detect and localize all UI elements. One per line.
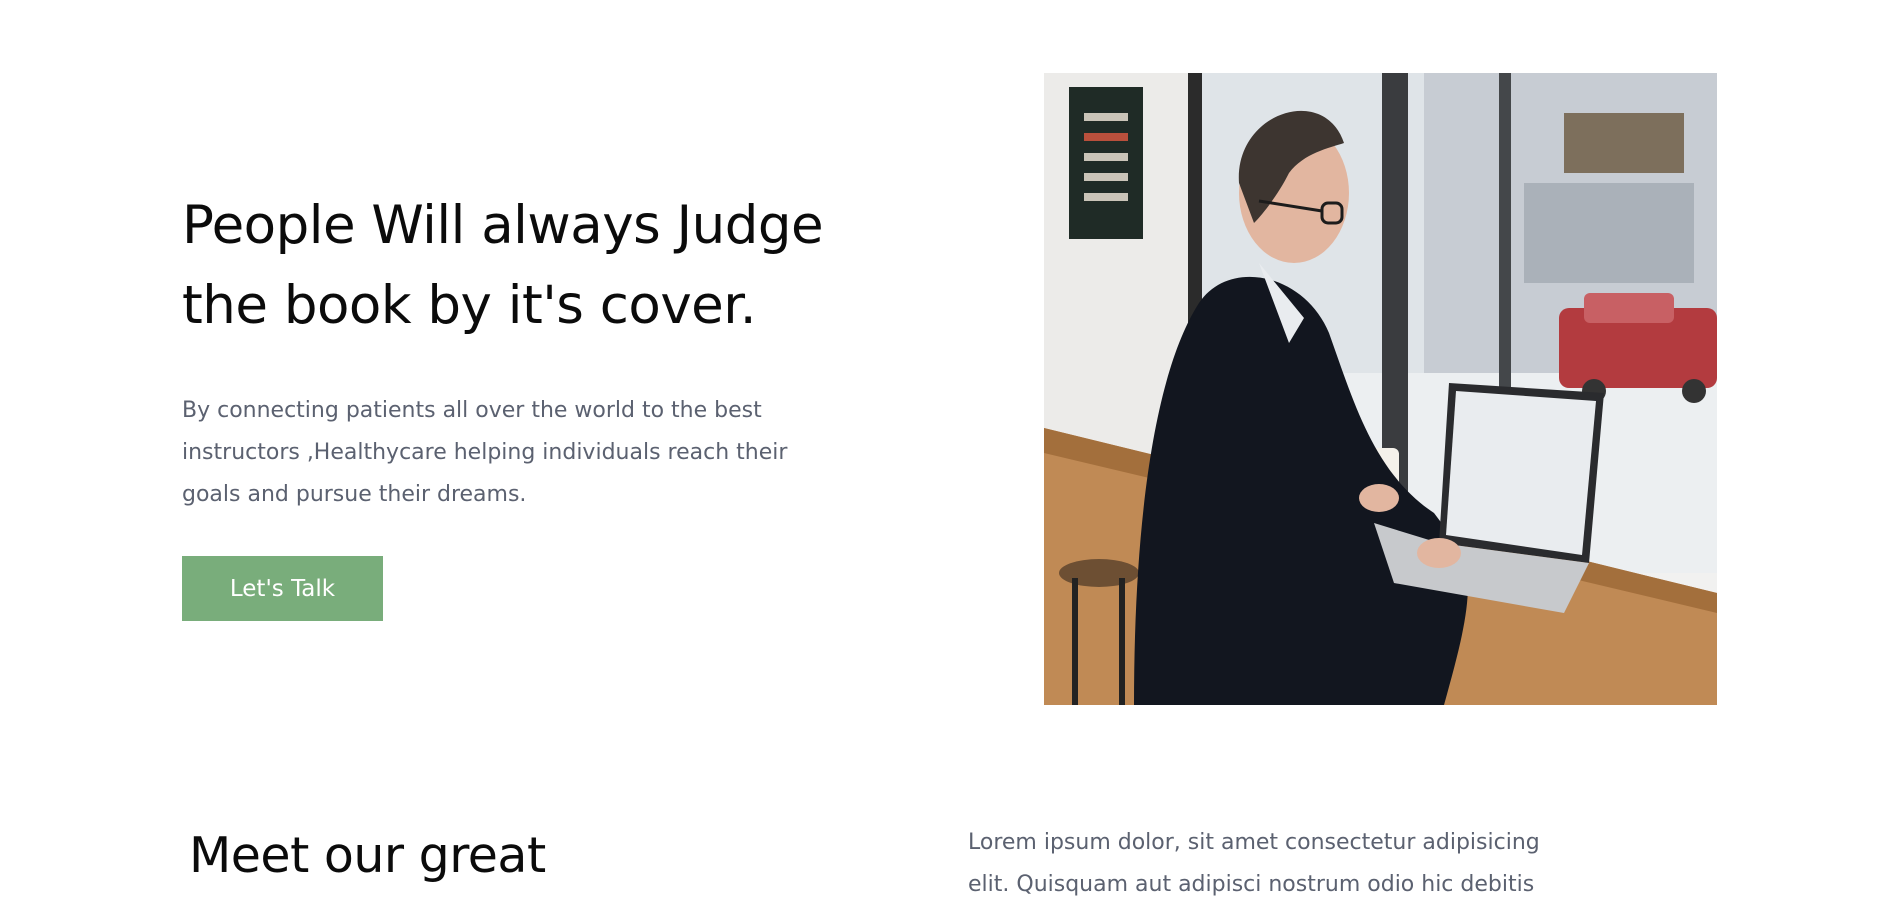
hero-photo-man-with-laptop: [1044, 73, 1717, 705]
page: People Will always Judge the book by it'…: [0, 0, 1893, 898]
hero-description: By connecting patients all over the worl…: [182, 398, 788, 507]
hero-title: People Will always Judge the book by it'…: [182, 195, 824, 336]
team-heading: Meet our great: [189, 827, 546, 884]
team-description: Lorem ipsum dolor, sit amet consectetur …: [968, 830, 1540, 897]
lets-talk-button[interactable]: Let's Talk: [182, 556, 383, 621]
hero-section: People Will always Judge the book by it'…: [182, 186, 902, 621]
